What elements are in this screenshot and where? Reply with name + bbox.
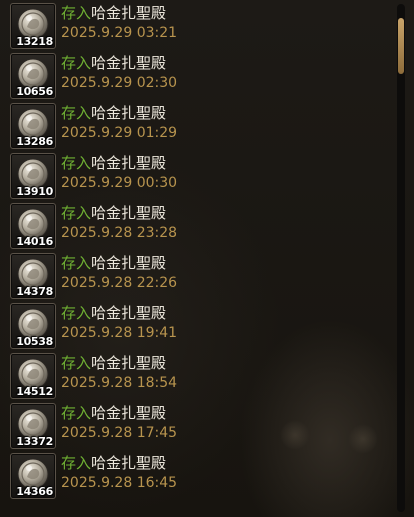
log-description: 存入哈金扎聖殿	[61, 403, 166, 423]
item-quantity: 14512	[16, 385, 53, 398]
action-label: 存入	[61, 154, 92, 172]
action-label: 存入	[61, 254, 92, 272]
item-quantity: 10656	[16, 85, 53, 98]
log-description: 存入哈金扎聖殿	[61, 203, 166, 223]
location-name: 哈金扎聖殿	[91, 54, 167, 72]
item-slot[interactable]: 13910	[10, 153, 56, 199]
log-timestamp: 2025.9.28 19:41	[61, 325, 178, 341]
action-label: 存入	[61, 304, 92, 322]
log-timestamp: 2025.9.29 00:30	[61, 175, 178, 191]
location-name: 哈金扎聖殿	[91, 354, 167, 372]
item-slot[interactable]: 14366	[10, 453, 56, 499]
item-slot[interactable]: 14016	[10, 203, 56, 249]
item-quantity: 13286	[16, 135, 53, 148]
action-label: 存入	[61, 454, 92, 472]
item-slot[interactable]: 10656	[10, 53, 56, 99]
log-entry[interactable]: 10656 存入哈金扎聖殿 2025.9.29 02:30	[0, 50, 396, 100]
log-description: 存入哈金扎聖殿	[61, 303, 166, 323]
log-timestamp: 2025.9.28 18:54	[61, 375, 178, 391]
log-timestamp: 2025.9.28 22:26	[61, 275, 178, 291]
action-label: 存入	[61, 4, 92, 22]
log-description: 存入哈金扎聖殿	[61, 103, 166, 123]
log-timestamp: 2025.9.28 16:45	[61, 475, 178, 491]
scrollbar-thumb[interactable]	[398, 18, 404, 74]
log-timestamp: 2025.9.28 23:28	[61, 225, 178, 241]
location-name: 哈金扎聖殿	[91, 304, 167, 322]
item-quantity: 13910	[16, 185, 53, 198]
item-slot[interactable]: 14378	[10, 253, 56, 299]
action-label: 存入	[61, 404, 92, 422]
location-name: 哈金扎聖殿	[91, 4, 167, 22]
item-slot[interactable]: 14512	[10, 353, 56, 399]
item-quantity: 10538	[16, 335, 53, 348]
item-quantity: 14378	[16, 285, 53, 298]
log-entry[interactable]: 13372 存入哈金扎聖殿 2025.9.28 17:45	[0, 400, 396, 450]
scrollbar-track[interactable]	[397, 4, 405, 512]
log-timestamp: 2025.9.28 17:45	[61, 425, 178, 441]
log-entry[interactable]: 10538 存入哈金扎聖殿 2025.9.28 19:41	[0, 300, 396, 350]
action-label: 存入	[61, 354, 92, 372]
item-quantity: 14366	[16, 485, 53, 498]
item-slot[interactable]: 13286	[10, 103, 56, 149]
log-timestamp: 2025.9.29 01:29	[61, 125, 178, 141]
item-slot[interactable]: 10538	[10, 303, 56, 349]
item-slot[interactable]: 13372	[10, 403, 56, 449]
item-quantity: 14016	[16, 235, 53, 248]
log-description: 存入哈金扎聖殿	[61, 153, 166, 173]
item-quantity: 13372	[16, 435, 53, 448]
log-description: 存入哈金扎聖殿	[61, 3, 166, 23]
item-slot[interactable]: 13218	[10, 3, 56, 49]
location-name: 哈金扎聖殿	[91, 154, 167, 172]
log-timestamp: 2025.9.29 02:30	[61, 75, 178, 91]
location-name: 哈金扎聖殿	[91, 254, 167, 272]
action-label: 存入	[61, 104, 92, 122]
log-description: 存入哈金扎聖殿	[61, 353, 166, 373]
log-entry[interactable]: 13218 存入哈金扎聖殿 2025.9.29 03:21	[0, 0, 396, 50]
log-entry[interactable]: 13910 存入哈金扎聖殿 2025.9.29 00:30	[0, 150, 396, 200]
log-entry[interactable]: 14366 存入哈金扎聖殿 2025.9.28 16:45	[0, 450, 396, 500]
log-entry[interactable]: 14378 存入哈金扎聖殿 2025.9.28 22:26	[0, 250, 396, 300]
location-name: 哈金扎聖殿	[91, 454, 167, 472]
action-label: 存入	[61, 54, 92, 72]
log-entry[interactable]: 14016 存入哈金扎聖殿 2025.9.28 23:28	[0, 200, 396, 250]
log-entry[interactable]: 14512 存入哈金扎聖殿 2025.9.28 18:54	[0, 350, 396, 400]
log-description: 存入哈金扎聖殿	[61, 253, 166, 273]
location-name: 哈金扎聖殿	[91, 404, 167, 422]
action-label: 存入	[61, 204, 92, 222]
log-entry[interactable]: 13286 存入哈金扎聖殿 2025.9.29 01:29	[0, 100, 396, 150]
log-description: 存入哈金扎聖殿	[61, 53, 166, 73]
item-quantity: 13218	[16, 35, 53, 48]
location-name: 哈金扎聖殿	[91, 204, 167, 222]
storage-log-list[interactable]: 13218 存入哈金扎聖殿 2025.9.29 03:21 10656 存入哈金…	[0, 0, 396, 517]
log-timestamp: 2025.9.29 03:21	[61, 25, 178, 41]
location-name: 哈金扎聖殿	[91, 104, 167, 122]
storage-log-panel: 13218 存入哈金扎聖殿 2025.9.29 03:21 10656 存入哈金…	[0, 0, 414, 517]
log-description: 存入哈金扎聖殿	[61, 453, 166, 473]
